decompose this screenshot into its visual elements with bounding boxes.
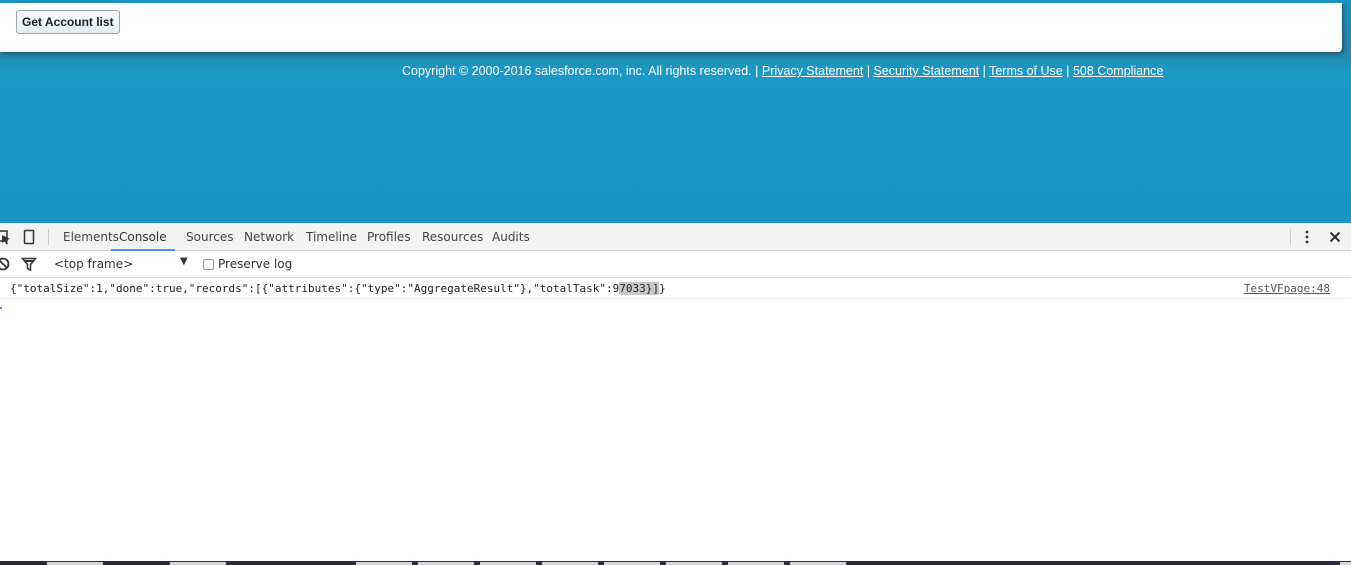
footer-separator: | [866,64,871,78]
filter-icon[interactable] [20,256,38,272]
message-text: {"totalSize":1,"done":true,"records":[{"… [10,282,620,295]
tab-profiles[interactable]: Profiles [367,223,411,251]
console-message: {"totalSize":1,"done":true,"records":[{"… [0,279,1351,299]
message-text: } [659,282,666,295]
get-account-list-button[interactable]: Get Account list [16,10,120,34]
frame-dropdown-arrow-icon[interactable]: ▼ [180,256,188,267]
page-footer: Copyright © 2000-2016 salesforce.com, in… [402,64,1163,78]
toolbar-divider [48,229,49,245]
tab-network[interactable]: Network [244,223,294,251]
footer-separator: | [982,64,986,78]
content-panel: Get Account list [0,3,1342,52]
inspect-element-icon[interactable] [0,229,12,245]
devtools-panel: Elements Console Sources Network Timelin… [0,223,1351,565]
copyright-text: Copyright © 2000-2016 salesforce.com, in… [402,64,759,78]
preserve-log-checkbox[interactable] [203,258,214,270]
salesforce-page: Get Account list Copyright © 2000-2016 s… [0,0,1351,223]
tab-console[interactable]: Console [111,223,175,251]
security-statement-link[interactable]: Security Statement [874,64,980,78]
frame-select[interactable]: <top frame> [54,257,133,271]
taskbar [0,561,1351,565]
message-text-highlighted: 7033}] [619,282,660,295]
console-source-link[interactable]: TestVFpage:48 [1244,279,1330,299]
preserve-log-option[interactable]: Preserve log [203,257,292,271]
terms-of-use-link[interactable]: Terms of Use [989,64,1063,78]
tab-audits[interactable]: Audits [492,223,530,251]
tab-sources[interactable]: Sources [186,223,233,251]
device-mode-icon[interactable] [21,229,37,245]
console-toolbar: <top frame> ▼ Preserve log [0,251,1351,278]
close-icon[interactable] [1327,229,1343,245]
tab-timeline[interactable]: Timeline [306,223,357,251]
console-message-text: {"totalSize":1,"done":true,"records":[{"… [10,279,666,299]
privacy-statement-link[interactable]: Privacy Statement [762,64,863,78]
toolbar-divider [1290,229,1291,245]
preserve-log-label: Preserve log [218,257,293,271]
tab-resources[interactable]: Resources [422,223,483,251]
more-vertical-icon[interactable] [1299,229,1315,245]
clear-console-icon[interactable] [0,256,11,272]
508-compliance-link[interactable]: 508 Compliance [1073,64,1163,78]
footer-separator: | [1066,64,1070,78]
console-prompt[interactable] [0,307,2,309]
devtools-tab-bar: Elements Console Sources Network Timelin… [0,223,1351,251]
